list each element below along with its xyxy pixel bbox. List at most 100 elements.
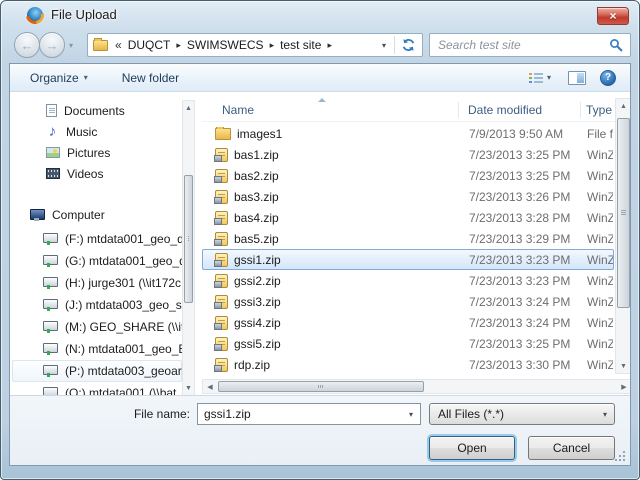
sidebar-item-drive[interactable]: (N:) mtdata001_geo_B bbox=[12, 338, 182, 360]
search-input[interactable]: Search test site bbox=[429, 33, 631, 57]
history-dropdown-icon[interactable]: ▾ bbox=[69, 41, 73, 50]
file-name-cell: images1 bbox=[203, 126, 463, 141]
file-date-cell: 7/23/2013 3:25 PM bbox=[469, 168, 571, 183]
breadcrumb-separator-icon: ▸ bbox=[327, 39, 332, 50]
file-name-cell: gssi1.zip bbox=[203, 252, 463, 267]
sidebar-item-label: Documents bbox=[64, 103, 125, 118]
breadcrumb-item[interactable]: test site bbox=[280, 38, 321, 52]
table-row[interactable]: rdp.zip 7/23/2013 3:30 PM WinZip File bbox=[202, 354, 614, 375]
sidebar-item-drive[interactable]: (H:) jurge301 (\\it172c bbox=[12, 272, 182, 294]
network-drive-icon bbox=[43, 386, 58, 395]
new-folder-label: New folder bbox=[121, 70, 180, 85]
sidebar-item-computer[interactable]: Computer bbox=[10, 204, 182, 226]
scroll-down-icon[interactable]: ▼ bbox=[616, 359, 630, 373]
sidebar-item-drive[interactable]: (M:) GEO_SHARE (\\it1 bbox=[12, 316, 182, 338]
file-date-cell: 7/23/2013 3:25 PM bbox=[469, 336, 571, 351]
sidebar-item-music[interactable]: ♪ Music bbox=[10, 121, 182, 142]
file-name: rdp.zip bbox=[234, 357, 271, 372]
scrollbar-thumb[interactable] bbox=[184, 175, 193, 303]
sidebar-item-pictures[interactable]: Pictures bbox=[10, 142, 182, 163]
sidebar-scrollbar[interactable]: ▲ ▼ bbox=[182, 100, 195, 395]
help-button[interactable]: ? bbox=[600, 69, 616, 86]
resize-grip[interactable] bbox=[615, 450, 626, 461]
column-header-name[interactable]: Name bbox=[202, 103, 462, 117]
sidebar-item-drive[interactable]: (J:) mtdata003_geo_sh bbox=[12, 294, 182, 316]
views-button[interactable]: ▾ bbox=[526, 67, 554, 89]
preview-pane-button[interactable] bbox=[568, 70, 586, 85]
scroll-left-icon[interactable]: ◀ bbox=[203, 380, 217, 393]
network-drive-icon bbox=[43, 364, 58, 378]
sidebar-item-label: (M:) GEO_SHARE (\\it1 bbox=[65, 320, 182, 334]
table-row[interactable]: bas1.zip 7/23/2013 3:25 PM WinZip File bbox=[202, 144, 614, 165]
new-folder-button[interactable]: New folder bbox=[114, 67, 187, 89]
scroll-right-icon[interactable]: ▶ bbox=[617, 380, 630, 393]
file-name-label: File name: bbox=[133, 407, 190, 421]
file-date-cell: 7/9/2013 9:50 AM bbox=[469, 126, 564, 141]
organize-button[interactable]: Organize ▾ bbox=[22, 67, 96, 89]
table-row[interactable]: gssi3.zip 7/23/2013 3:24 PM WinZip File bbox=[202, 291, 614, 312]
table-row[interactable]: bas5.zip 7/23/2013 3:29 PM WinZip File bbox=[202, 228, 614, 249]
sidebar-item-videos[interactable]: Videos bbox=[10, 163, 182, 184]
file-name-value: gssi1.zip bbox=[204, 407, 251, 421]
file-list-vertical-scrollbar[interactable]: ▲ ▼ bbox=[615, 98, 630, 374]
sidebar-item-drive[interactable]: (F:) mtdata001_geo_di bbox=[12, 228, 182, 250]
breadcrumb-item[interactable]: DUQCT bbox=[128, 38, 171, 52]
table-row[interactable]: images1 7/9/2013 9:50 AM File folder bbox=[202, 123, 614, 144]
zip-file-icon bbox=[214, 231, 228, 246]
sidebar-item-drive[interactable]: (P:) mtdata003_geoare bbox=[12, 360, 182, 382]
file-type-cell: WinZip File bbox=[587, 273, 613, 288]
open-button[interactable]: Open bbox=[429, 436, 515, 460]
scroll-up-icon[interactable]: ▲ bbox=[616, 99, 630, 113]
address-dropdown-icon[interactable]: ▾ bbox=[382, 41, 386, 50]
file-name: bas3.zip bbox=[234, 189, 279, 204]
file-type-select[interactable]: All Files (*.*) ▾ bbox=[429, 403, 615, 425]
address-bar[interactable]: « DUQCT ▸ SWIMSWECS ▸ test site ▸ ▾ bbox=[87, 33, 423, 57]
file-name: images1 bbox=[237, 126, 283, 141]
sidebar-item-label: Music bbox=[66, 124, 98, 139]
back-button[interactable]: ← bbox=[14, 32, 40, 58]
forward-button[interactable]: → bbox=[39, 32, 65, 58]
scroll-up-icon[interactable]: ▲ bbox=[183, 101, 194, 115]
file-name-cell: gssi5.zip bbox=[203, 336, 463, 351]
scroll-down-icon[interactable]: ▼ bbox=[183, 381, 194, 395]
file-name-cell: bas3.zip bbox=[203, 189, 463, 204]
refresh-button[interactable] bbox=[401, 38, 416, 52]
scrollbar-thumb[interactable] bbox=[218, 381, 424, 392]
file-type-cell: WinZip File bbox=[587, 252, 613, 267]
sidebar-item-label: (H:) jurge301 (\\it172c bbox=[65, 276, 182, 290]
zip-file-icon bbox=[214, 252, 228, 267]
breadcrumb-overflow[interactable]: « bbox=[115, 38, 122, 52]
file-name: gssi4.zip bbox=[234, 315, 281, 330]
table-row[interactable]: gssi2.zip 7/23/2013 3:23 PM WinZip File bbox=[202, 270, 614, 291]
sidebar-item-label: (P:) mtdata003_geoare bbox=[65, 364, 182, 378]
table-row[interactable]: gssi5.zip 7/23/2013 3:25 PM WinZip File bbox=[202, 333, 614, 354]
table-row[interactable]: gssi1.zip 7/23/2013 3:23 PM WinZip File bbox=[202, 249, 614, 270]
file-list-horizontal-scrollbar[interactable]: ◀ ▶ bbox=[202, 379, 630, 394]
column-header-date-modified[interactable]: Date modified bbox=[462, 103, 580, 117]
breadcrumb-item[interactable]: SWIMSWECS bbox=[187, 38, 264, 52]
file-name-cell: bas1.zip bbox=[203, 147, 463, 162]
table-row[interactable]: bas4.zip 7/23/2013 3:28 PM WinZip File bbox=[202, 207, 614, 228]
close-button[interactable]: × bbox=[597, 7, 629, 25]
scrollbar-thumb[interactable] bbox=[617, 118, 630, 308]
file-name-cell: bas4.zip bbox=[203, 210, 463, 225]
chevron-down-icon[interactable]: ▾ bbox=[409, 410, 420, 419]
title-bar[interactable]: File Upload × bbox=[1, 1, 639, 29]
explorer-content: Documents ♪ Music Pictures Videos Computer (… bbox=[10, 92, 630, 395]
table-row[interactable]: bas2.zip 7/23/2013 3:25 PM WinZip File bbox=[202, 165, 614, 186]
sidebar-item-documents[interactable]: Documents bbox=[10, 100, 182, 121]
file-name-input[interactable]: gssi1.zip ▾ bbox=[197, 403, 421, 425]
table-row[interactable]: gssi4.zip 7/23/2013 3:24 PM WinZip File bbox=[202, 312, 614, 333]
file-name: bas4.zip bbox=[234, 210, 279, 225]
zip-file-icon bbox=[214, 315, 228, 330]
sidebar-item-drive[interactable]: (G:) mtdata001_geo_d bbox=[12, 250, 182, 272]
column-divider[interactable] bbox=[458, 102, 459, 118]
column-divider[interactable] bbox=[580, 102, 581, 118]
cancel-button[interactable]: Cancel bbox=[528, 436, 615, 460]
file-type-cell: WinZip File bbox=[587, 231, 613, 246]
window-title: File Upload bbox=[51, 7, 117, 22]
file-type-cell: WinZip File bbox=[587, 336, 613, 351]
zip-file-icon bbox=[214, 189, 228, 204]
table-row[interactable]: bas3.zip 7/23/2013 3:26 PM WinZip File bbox=[202, 186, 614, 207]
sidebar-item-drive[interactable]: (Q:) mtdata001 (\\bat bbox=[12, 382, 182, 395]
